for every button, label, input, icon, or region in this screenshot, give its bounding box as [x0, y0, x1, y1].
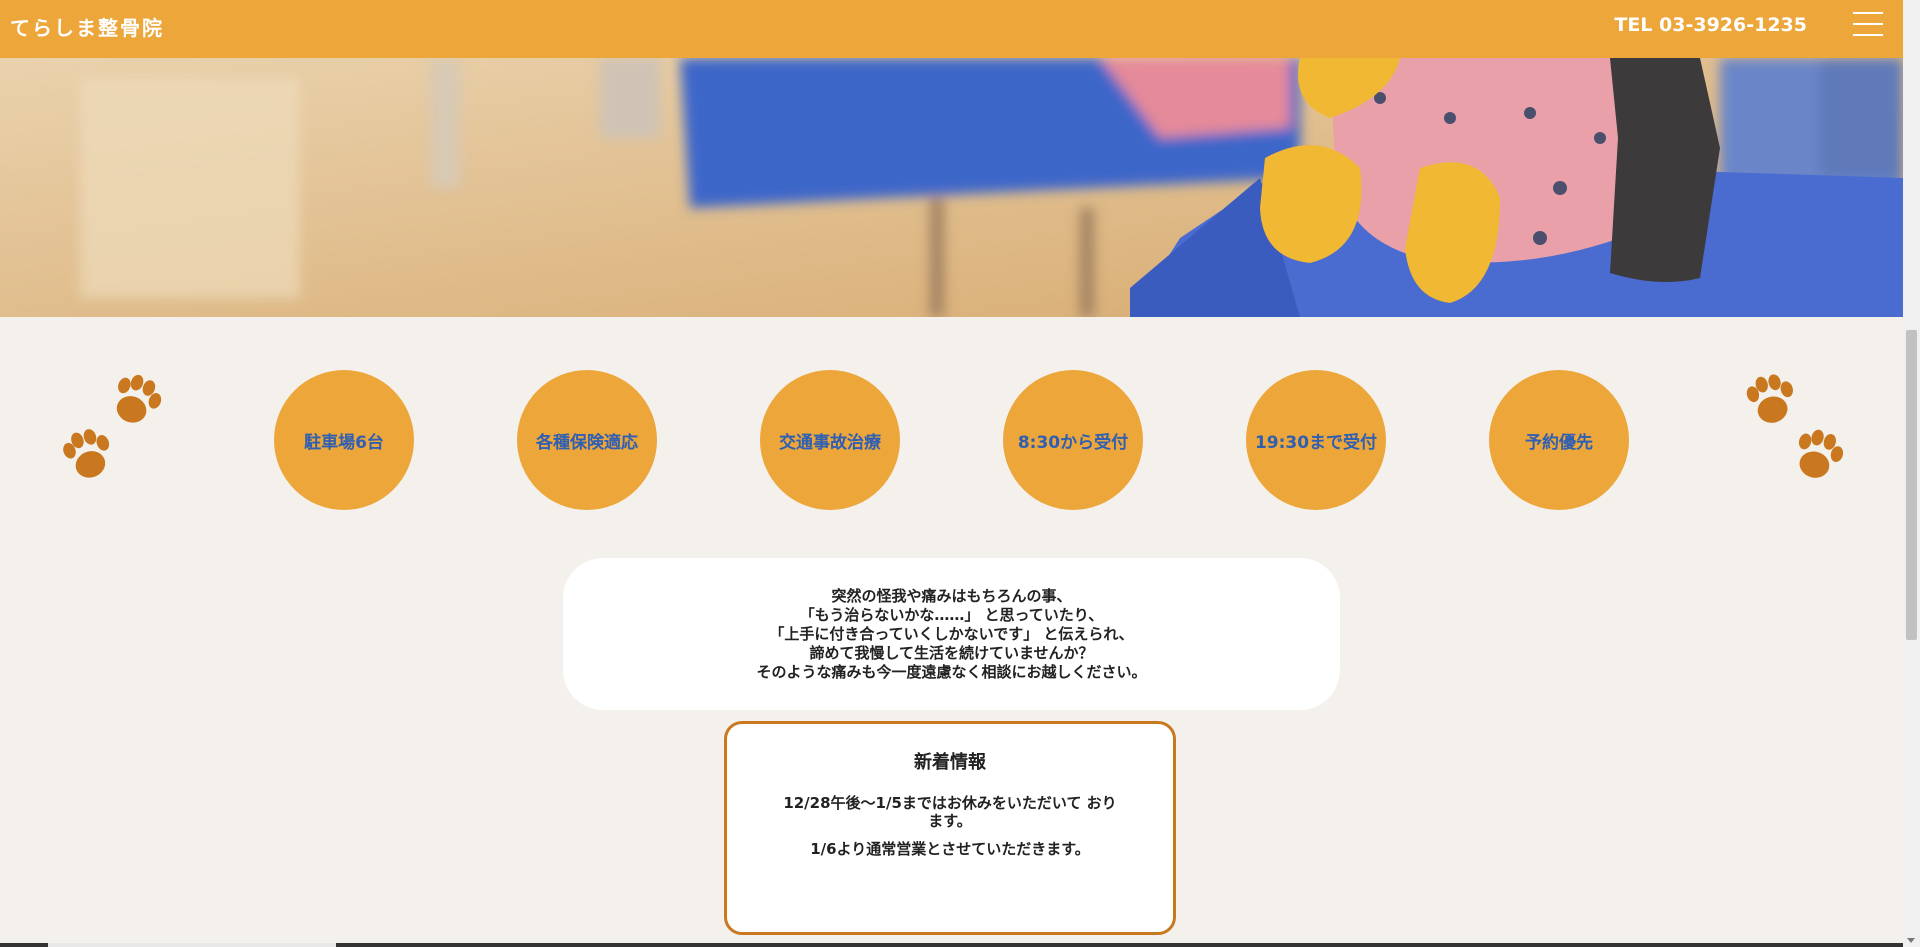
site-header: てらしま整骨院 TEL 03-3926-1235: [0, 0, 1903, 58]
intro-line: そのような痛みも今一度遠慮なく相談にお越しください。: [756, 662, 1147, 681]
feature-reservation[interactable]: 予約優先: [1489, 370, 1629, 510]
photo-icon: [0, 58, 1903, 317]
intro-line: 「上手に付き合っていくしかないです」 と伝えられ、: [769, 624, 1134, 643]
bottom-bar-segment: [48, 943, 336, 947]
feature-insurance[interactable]: 各種保険適応: [517, 370, 657, 510]
feature-parking[interactable]: 駐車場6台: [274, 370, 414, 510]
vertical-scrollbar[interactable]: [1903, 0, 1920, 947]
intro-line: 諦めて我慢して生活を続けていませんか？: [809, 643, 1094, 662]
scroll-down-icon[interactable]: [1907, 938, 1915, 943]
phone-number[interactable]: TEL 03-3926-1235: [1614, 14, 1807, 36]
intro-line: 突然の怪我や痛みはもちろんの事、: [831, 586, 1072, 605]
intro-message: 突然の怪我や痛みはもちろんの事、 「もう治らないかな……」 と思っていたり、 「…: [563, 558, 1340, 710]
hamburger-icon[interactable]: [1853, 12, 1883, 36]
news-item: 12/28午後〜1/5まではお休みをいただいて おります。: [783, 794, 1117, 830]
feature-opening-time[interactable]: 8:30から受付: [1003, 370, 1143, 510]
news-title: 新着情報: [914, 752, 986, 773]
feature-strip: 駐車場6台 各種保険適応 交通事故治療 8:30から受付 19:30まで受付 予…: [0, 360, 1903, 520]
news-box: 新着情報 12/28午後〜1/5まではお休みをいただいて おります。 1/6より…: [724, 721, 1176, 935]
feature-closing-time[interactable]: 19:30まで受付: [1246, 370, 1386, 510]
hero-image: [0, 58, 1903, 317]
intro-line: 「もう治らないかな……」 と思っていたり、: [799, 605, 1104, 624]
scrollbar-thumb[interactable]: [1906, 330, 1917, 640]
paw-print-icon: [1746, 374, 1844, 478]
paw-print-icon: [63, 374, 162, 478]
feature-traffic-accident[interactable]: 交通事故治療: [760, 370, 900, 510]
site-title[interactable]: てらしま整骨院: [10, 12, 164, 41]
news-item: 1/6より通常営業とさせていただきます。: [810, 840, 1090, 858]
